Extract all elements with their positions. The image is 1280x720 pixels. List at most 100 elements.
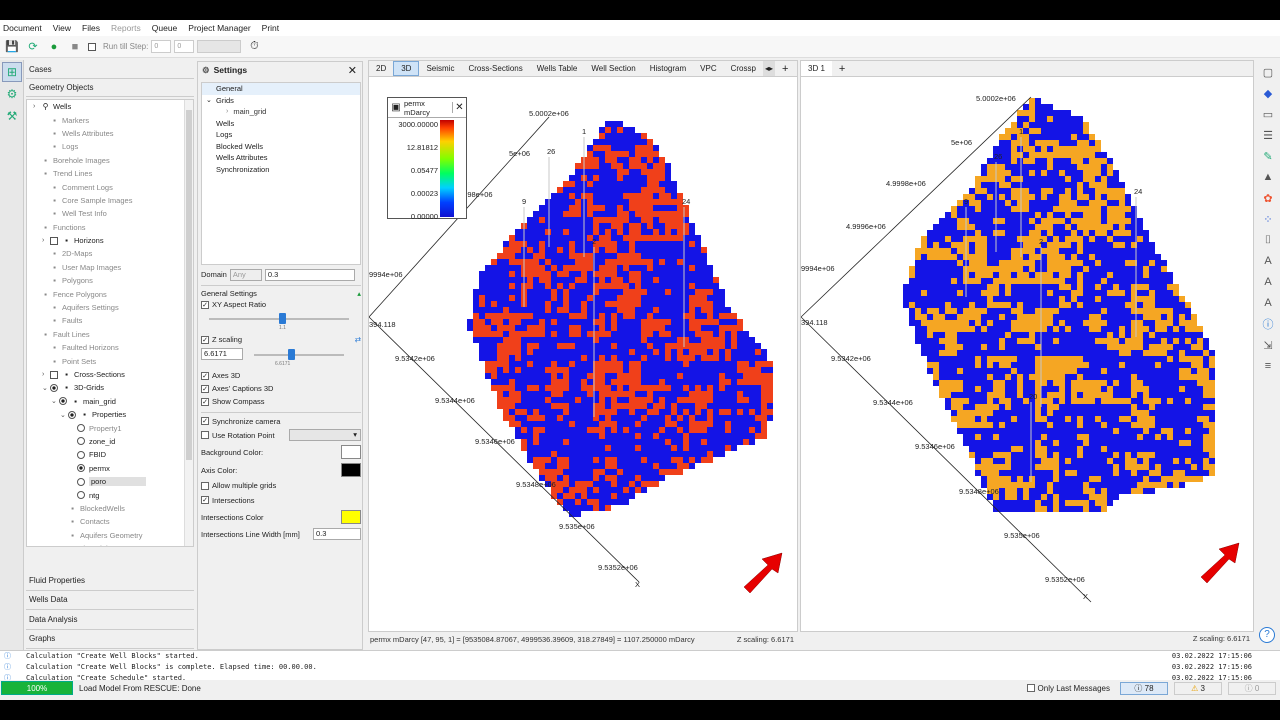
- tree-item[interactable]: ▪ Functions: [27, 221, 193, 234]
- settings-tree-item[interactable]: › main_grid: [202, 106, 360, 118]
- tab-well-section[interactable]: Well Section: [584, 61, 642, 76]
- step-spinner-1[interactable]: 0: [151, 40, 172, 53]
- tree-item[interactable]: ⌄ ▪ Properties: [27, 408, 193, 421]
- tree-item[interactable]: ▪ Comment Logs: [27, 180, 193, 193]
- z-scaling-slider[interactable]: [246, 347, 356, 361]
- tab-2d[interactable]: 2D: [369, 61, 393, 76]
- stack-icon[interactable]: ≡: [1259, 357, 1277, 375]
- tab-vpc[interactable]: VPC: [693, 61, 723, 76]
- rotation-select[interactable]: ▾: [289, 429, 361, 441]
- show-compass-checkbox[interactable]: ✓: [201, 397, 209, 406]
- menu-project-manager[interactable]: Project Manager: [188, 23, 250, 33]
- xy-aspect-slider[interactable]: [201, 311, 361, 325]
- visibility-checkbox[interactable]: [50, 370, 58, 379]
- add-tab-icon[interactable]: +: [775, 61, 795, 76]
- export-icon[interactable]: ⇲: [1259, 336, 1277, 354]
- tab-seismic[interactable]: Seismic: [419, 61, 461, 76]
- tree-item[interactable]: ⌄ ▪ main_grid: [27, 395, 193, 408]
- list-icon[interactable]: ☰: [1259, 126, 1277, 144]
- tree-item[interactable]: › ⚲ Wells: [27, 100, 193, 113]
- tree-icon[interactable]: ⊞: [2, 62, 22, 82]
- tree-item[interactable]: ▪ Fault Lines: [27, 328, 193, 341]
- radio-button[interactable]: [59, 397, 67, 406]
- palette-icon[interactable]: ✿: [1259, 189, 1277, 207]
- window-icon[interactable]: ▢: [1259, 63, 1277, 81]
- z-scaling-input[interactable]: 6.6171: [201, 347, 243, 360]
- xy-aspect-checkbox[interactable]: ✓: [201, 300, 209, 309]
- radio-button[interactable]: [68, 410, 76, 419]
- expand-icon[interactable]: ⌄: [206, 96, 212, 104]
- tree-item[interactable]: ▪ Logs: [27, 140, 193, 153]
- cases-section[interactable]: Cases: [26, 61, 194, 79]
- info-filter-button[interactable]: ⓘ 78: [1120, 681, 1168, 695]
- ruler-icon[interactable]: ▭: [1259, 105, 1277, 123]
- legend-close-icon[interactable]: ✕: [452, 102, 466, 113]
- settings-tree-item[interactable]: Wells Attributes: [202, 152, 360, 164]
- tree-item[interactable]: › ▪ Horizons: [27, 234, 193, 247]
- tree-item[interactable]: ▪ 2D-Maps: [27, 247, 193, 260]
- tab-scroll-icon[interactable]: ◂▸: [762, 61, 775, 76]
- tree-item[interactable]: ⌄ ▪ 3D-Grids: [27, 381, 193, 394]
- tree-item[interactable]: ▪ Borehole Images: [27, 154, 193, 167]
- tree-item[interactable]: ▪ Aquifers Settings: [27, 301, 193, 314]
- only-last-messages[interactable]: Only Last Messages: [1026, 684, 1110, 693]
- error-filter-button[interactable]: ⓘ 0: [1228, 681, 1276, 695]
- settings-tree-item[interactable]: Logs: [202, 129, 360, 141]
- intersections-checkbox[interactable]: ✓: [201, 496, 209, 504]
- axes-3d-checkbox[interactable]: ✓: [201, 371, 209, 380]
- tree-item[interactable]: ▪ Aquifers Geometry: [27, 529, 193, 542]
- stopwatch-icon[interactable]: ⏱: [246, 39, 262, 55]
- tab-cross-sections[interactable]: Cross-Sections: [461, 61, 529, 76]
- tree-item[interactable]: ▪ Well Test Info: [27, 207, 193, 220]
- view2-canvas[interactable]: 126924220 5.0002e+065e+064.9998e+064.999…: [801, 77, 1255, 633]
- settings-tree-item[interactable]: Blocked Wells: [202, 141, 360, 153]
- run-icon[interactable]: ●: [46, 39, 62, 55]
- settings-tree-item[interactable]: Wells: [202, 118, 360, 130]
- settings-tree-item[interactable]: ⌄ Grids: [202, 95, 360, 107]
- tree-item[interactable]: ▪ Point Sets: [27, 354, 193, 367]
- menu-files[interactable]: Files: [82, 23, 100, 33]
- section-fluid-properties[interactable]: Fluid Properties: [26, 571, 194, 591]
- tab-3d-1[interactable]: 3D 1: [801, 61, 832, 76]
- collapse-icon[interactable]: ▴: [357, 289, 361, 298]
- z-scaling-checkbox[interactable]: ✓: [201, 335, 209, 344]
- hammer-icon[interactable]: ⚒: [2, 106, 22, 126]
- stop-icon[interactable]: ■: [67, 39, 83, 55]
- section-graphs[interactable]: Graphs: [26, 629, 194, 649]
- expand-icon[interactable]: ⌄: [60, 411, 68, 419]
- menu-queue[interactable]: Queue: [152, 23, 178, 33]
- tree-item[interactable]: ▪ Wells Attributes: [27, 127, 193, 140]
- tree-item[interactable]: Property1: [27, 421, 193, 434]
- radio-button[interactable]: [77, 491, 85, 500]
- tree-item[interactable]: ▪ Trend Lines: [27, 167, 193, 180]
- run-till-step-checkbox[interactable]: [88, 42, 96, 51]
- text-edit-icon[interactable]: A: [1259, 273, 1277, 291]
- only-last-checkbox[interactable]: [1026, 684, 1035, 692]
- tree-item[interactable]: ▪ Markers: [27, 113, 193, 126]
- tree-item[interactable]: zone_id: [27, 435, 193, 448]
- tree-item[interactable]: › ▪ Cross-Sections: [27, 368, 193, 381]
- brush-icon[interactable]: ✎: [1259, 147, 1277, 165]
- radio-button[interactable]: [77, 464, 85, 473]
- add-tab-icon[interactable]: +: [832, 61, 852, 76]
- radio-button[interactable]: [77, 437, 85, 446]
- tree-item[interactable]: permx: [27, 462, 193, 475]
- tree-item[interactable]: poro: [27, 475, 193, 488]
- layers-icon[interactable]: ◆: [1259, 84, 1277, 102]
- radio-button[interactable]: [77, 424, 85, 433]
- tab-wells-table[interactable]: Wells Table: [530, 61, 585, 76]
- domain-value[interactable]: 0.3: [264, 268, 355, 281]
- tab-crossp[interactable]: Crossp: [724, 61, 763, 76]
- section-wells-data[interactable]: Wells Data: [26, 590, 194, 610]
- section-data-analysis[interactable]: Data Analysis: [26, 610, 194, 630]
- tab-3d[interactable]: 3D: [393, 61, 420, 76]
- radio-button[interactable]: [50, 383, 58, 392]
- tree-item[interactable]: ntg: [27, 488, 193, 501]
- tree-item[interactable]: ▪ Faults: [27, 314, 193, 327]
- axes-captions-checkbox[interactable]: ✓: [201, 384, 209, 393]
- menu-reports[interactable]: Reports: [111, 23, 141, 33]
- expand-icon[interactable]: ⌄: [51, 397, 59, 405]
- tree-item[interactable]: ▪ Fence Polygons: [27, 287, 193, 300]
- camera-icon[interactable]: ⌷: [1259, 231, 1277, 249]
- tree-item[interactable]: ▪ BlockedWells: [27, 502, 193, 515]
